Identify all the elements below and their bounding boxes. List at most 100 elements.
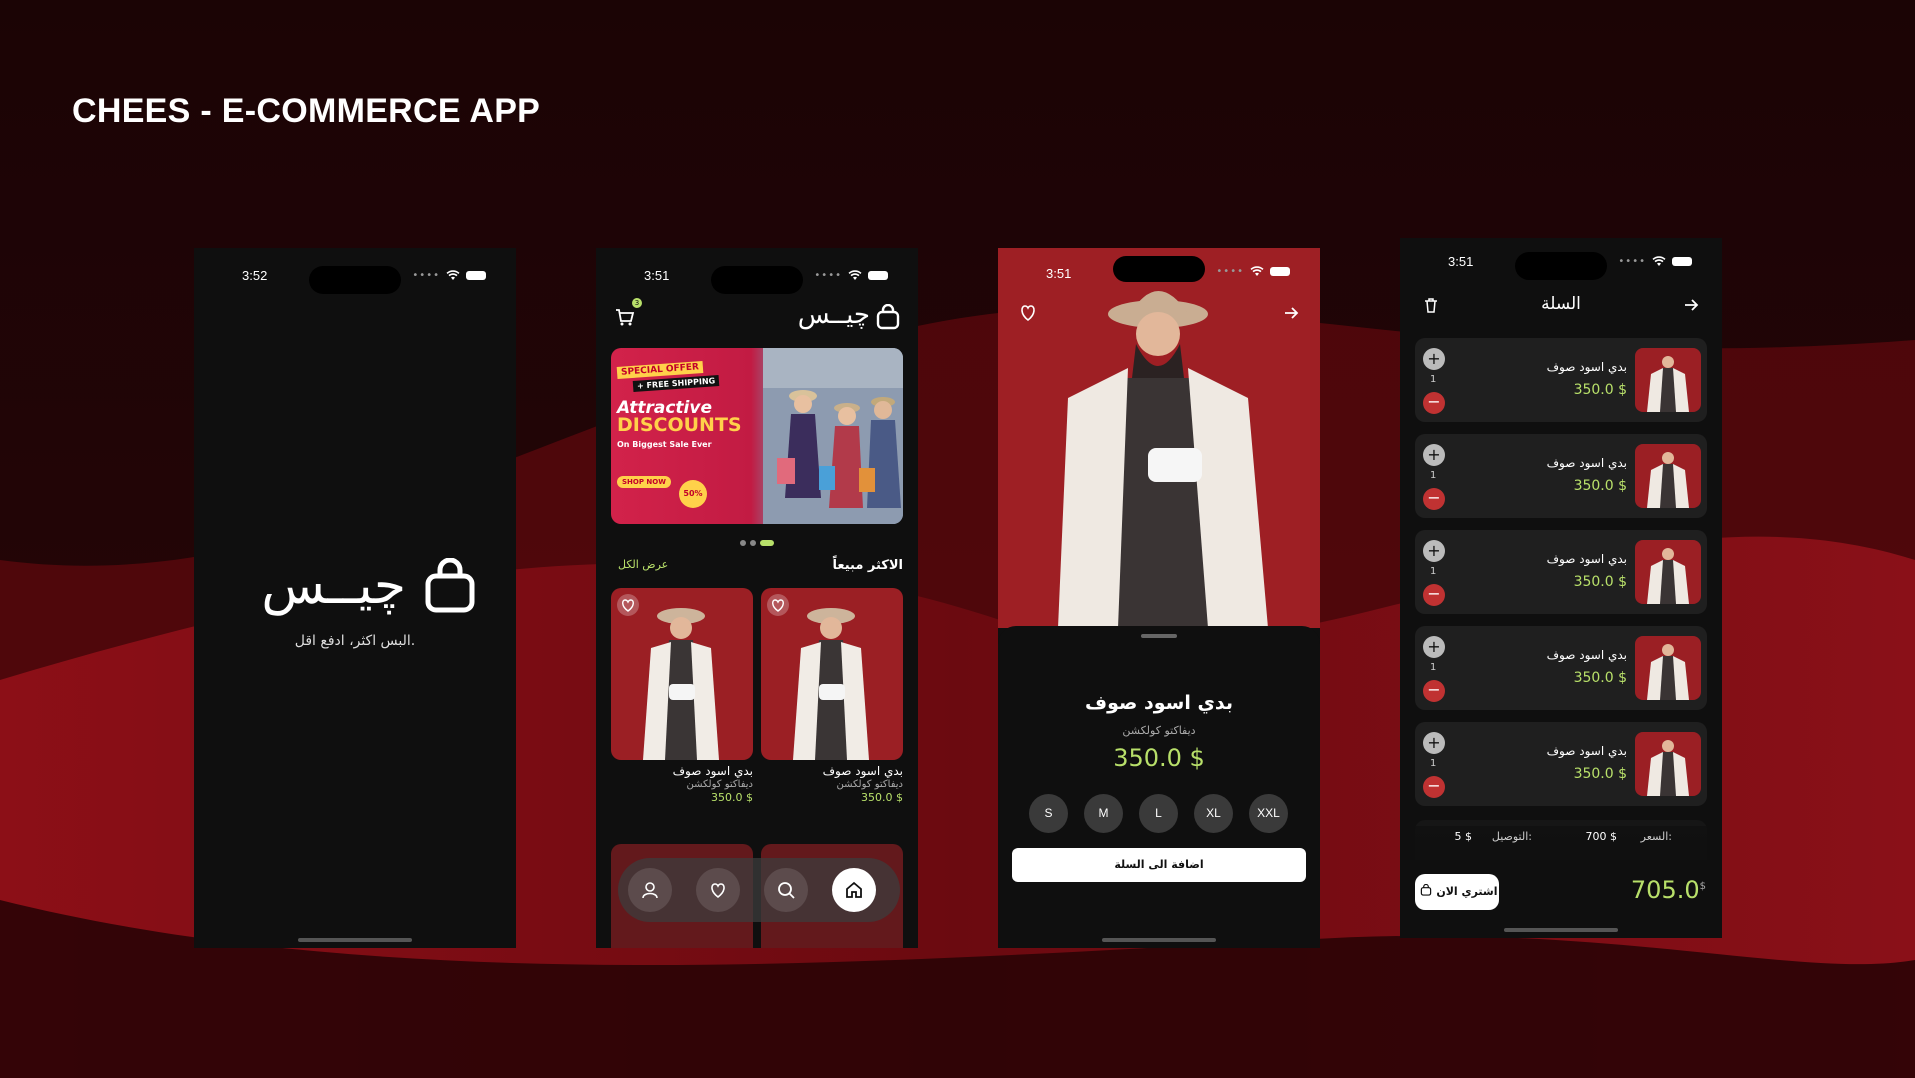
product-card[interactable]: بدي اسود صوف ديفاكتو كولكشن 350.0 $ [761, 588, 903, 804]
banner-subtitle: On Biggest Sale Ever [617, 440, 712, 449]
size-option[interactable]: S [1029, 794, 1068, 833]
increase-qty-button[interactable]: + [1423, 540, 1445, 562]
splash-logo-text: چيــس [261, 556, 406, 616]
cart-item-price: 350.0 $ [1573, 766, 1627, 782]
size-option[interactable]: XL [1194, 794, 1233, 833]
cart-item-name: بدي اسود صوف [1546, 360, 1627, 374]
price-value: 700 $ [1585, 830, 1618, 843]
product-card[interactable]: بدي اسود صوف ديفاكتو كولكشن 350.0 $ [611, 588, 753, 804]
add-to-cart-button[interactable]: اضافة الى السلة [1012, 848, 1306, 882]
product-brand: ديفاكتو كولكشن [836, 779, 904, 790]
increase-qty-button[interactable]: + [1423, 348, 1445, 370]
banner-discounts: DISCOUNTS [617, 414, 742, 436]
size-option[interactable]: L [1139, 794, 1178, 833]
nav-profile[interactable] [628, 868, 672, 912]
nav-favorites[interactable] [696, 868, 740, 912]
increase-qty-button[interactable]: + [1423, 444, 1445, 466]
decrease-qty-button[interactable]: − [1423, 680, 1445, 702]
heart-icon [772, 599, 784, 612]
decrease-qty-button[interactable]: − [1423, 584, 1445, 606]
status-time: 3:52 [242, 268, 268, 283]
product-detail-screen: 3:51 •••• بدي اسود صوف ديفاكتو كولكشن 35… [998, 248, 1320, 948]
cart-badge: 3 [632, 298, 642, 308]
wifi-icon [1250, 266, 1264, 276]
size-option[interactable]: XXL [1249, 794, 1288, 833]
product-name: بدي اسود صوف [672, 764, 753, 778]
signal-icon: •••• [814, 270, 842, 281]
buy-now-button[interactable]: اشتري الان [1415, 874, 1499, 910]
increase-qty-button[interactable]: + [1423, 636, 1445, 658]
heart-icon[interactable] [1018, 304, 1038, 322]
tagline: البس اكثر، ادفع اقل. [294, 633, 416, 649]
cart-item[interactable]: بدي اسود صوف 350.0 $ +1 − [1415, 722, 1707, 806]
nav-home[interactable] [832, 868, 876, 912]
wifi-icon [446, 270, 460, 280]
product-price: 350.0 $ [861, 791, 903, 804]
cart-item-qty: 1 [1430, 470, 1437, 481]
shoppers-image [763, 348, 903, 524]
heart-icon [622, 599, 634, 612]
delivery-label: التوصيل: [1491, 830, 1532, 843]
product-image [611, 588, 753, 760]
size-selector: S M L XL XXL [1029, 794, 1288, 833]
cart-item-qty: 1 [1430, 374, 1437, 385]
home-indicator[interactable] [298, 938, 412, 942]
size-option[interactable]: M [1084, 794, 1123, 833]
page-title: CHEES - E-COMMERCE APP [72, 92, 541, 130]
wifi-icon [848, 270, 862, 280]
home-screen: 3:51 •••• 3 چيــس SPECIAL OFFER + FREE S… [596, 248, 918, 948]
splash-screen: 3:52 •••• چيــس البس اكثر، ادفع اقل. [194, 248, 516, 948]
cart-item[interactable]: بدي اسود صوف 350.0 $ +1 − [1415, 626, 1707, 710]
arrow-right-icon[interactable] [1282, 304, 1300, 322]
cart-item[interactable]: بدي اسود صوف 350.0 $ +1 − [1415, 338, 1707, 422]
see-all-link[interactable]: عرض الكل [618, 558, 668, 571]
shopping-bag-icon [425, 558, 475, 613]
cart-item-price: 350.0 $ [1573, 478, 1627, 494]
cart-screen: 3:51 •••• السلة بدي اسود صوف 350.0 $ +1− بد… [1400, 238, 1722, 938]
cart-item[interactable]: بدي اسود صوف 350.0 $ +1 − [1415, 434, 1707, 518]
cart-item-price: 350.0 $ [1573, 382, 1627, 398]
sheet-handle[interactable] [1141, 634, 1177, 638]
decrease-qty-button[interactable]: − [1423, 392, 1445, 414]
user-icon [642, 882, 658, 899]
favorite-button[interactable] [767, 594, 789, 616]
pager-dot-active[interactable] [760, 540, 774, 546]
cart-item[interactable]: بدي اسود صوف 350.0 $ +1 − [1415, 530, 1707, 614]
product-hero-image: 3:51 •••• [998, 248, 1320, 628]
banner-discount-badge: 50% [679, 480, 707, 508]
wifi-icon [1652, 256, 1666, 266]
product-price: 350.0 $ [1113, 744, 1205, 772]
cart-item-image [1635, 732, 1701, 796]
banner-free-shipping: + FREE SHIPPING [632, 375, 720, 392]
product-name: بدي اسود صوف [1085, 692, 1233, 714]
battery-icon [868, 271, 888, 280]
status-bar: 3:51 •••• [596, 266, 918, 294]
status-bar: 3:52 •••• [194, 266, 516, 294]
delivery-value: 5 $ [1454, 830, 1473, 843]
home-icon [846, 881, 862, 898]
arrow-right-icon[interactable] [1682, 296, 1700, 314]
total-currency: $ [1699, 881, 1706, 892]
pager-dot[interactable] [750, 540, 756, 546]
promo-banner[interactable]: SPECIAL OFFER + FREE SHIPPING Attractive… [611, 348, 903, 524]
cart-item-qty: 1 [1430, 662, 1437, 673]
dynamic-island [1515, 252, 1607, 280]
banner-pager[interactable] [596, 531, 918, 550]
cart-item-image [1635, 348, 1701, 412]
cart-icon[interactable] [614, 306, 636, 328]
product-price: 350.0 $ [711, 791, 753, 804]
product-sheet: بدي اسود صوف ديفاكتو كولكشن 350.0 $ S M … [998, 626, 1320, 948]
nav-search[interactable] [764, 868, 808, 912]
increase-qty-button[interactable]: + [1423, 732, 1445, 754]
cart-item-image [1635, 444, 1701, 508]
status-bar: 3:51 •••• [1400, 252, 1722, 280]
dynamic-island [309, 266, 401, 294]
decrease-qty-button[interactable]: − [1423, 488, 1445, 510]
favorite-button[interactable] [617, 594, 639, 616]
heart-icon [711, 883, 725, 899]
home-indicator[interactable] [1504, 928, 1618, 932]
decrease-qty-button[interactable]: − [1423, 776, 1445, 798]
pager-dot[interactable] [740, 540, 746, 546]
home-indicator[interactable] [1102, 938, 1216, 942]
cart-item-image [1635, 540, 1701, 604]
